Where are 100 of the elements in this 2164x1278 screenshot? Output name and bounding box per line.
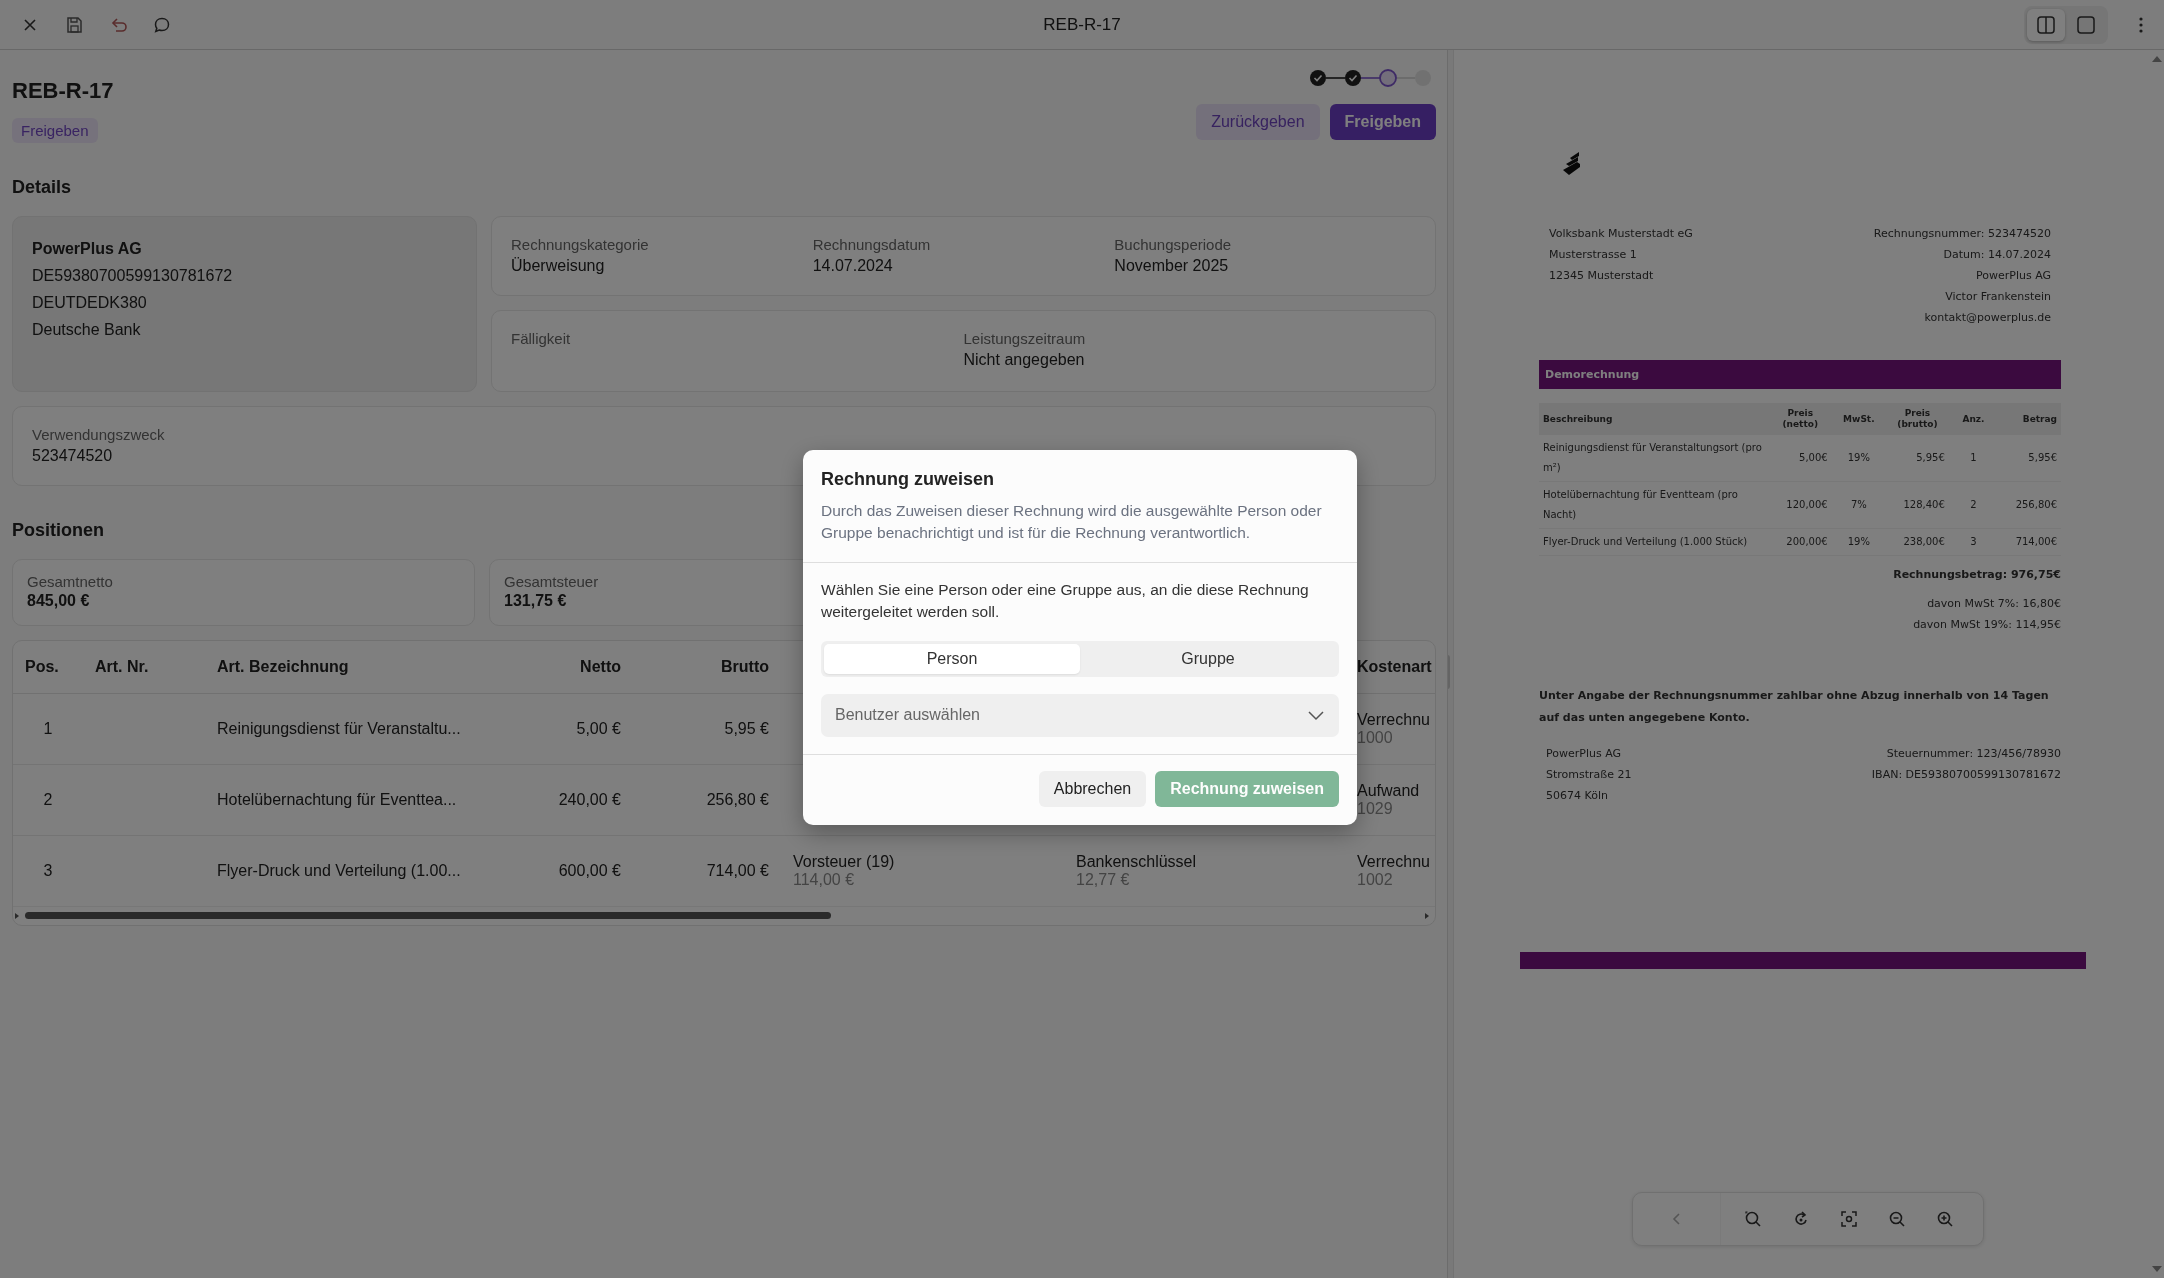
fit-screen-icon: [1839, 1209, 1859, 1229]
return-button[interactable]: Zurückgeben: [1196, 104, 1320, 140]
column-header: Art. Bezeichnung: [205, 641, 539, 694]
column-header: MwSt.: [1831, 403, 1887, 435]
table-cell: 5,95 €: [633, 693, 781, 765]
table-cell: 256,80 €: [633, 764, 781, 836]
table-cell: 238,00€: [1886, 528, 1949, 556]
column-header: Betrag: [1998, 403, 2061, 435]
column-header: Brutto: [633, 641, 781, 694]
total-value: 131,75 €: [504, 592, 567, 610]
view-mode-button[interactable]: [2027, 8, 2065, 41]
cancel-button[interactable]: Abbrechen: [1038, 770, 1147, 807]
invoice-meta-line: PowerPlus AG: [1975, 268, 2051, 284]
field-label: Verwendungszweck: [32, 425, 165, 445]
field-label: Buchungsperiode: [1114, 235, 1232, 255]
table-cell: 7%: [1831, 481, 1887, 529]
user-select[interactable]: Benutzer auswählen: [821, 693, 1339, 737]
field-value: Überweisung: [511, 256, 605, 276]
cell-subtext: 12,77 €: [1076, 871, 1131, 889]
column-header: Preis (netto): [1768, 403, 1832, 435]
segment-tab[interactable]: Person: [824, 643, 1080, 674]
cell-text: Verrechnu: [1357, 711, 1431, 729]
cell-text: Bankenschlüssel: [1076, 853, 1198, 871]
cell-subtext: 114,00 €: [793, 871, 856, 889]
column-header: Preis (brutto): [1886, 403, 1949, 435]
table-cell: 1: [13, 693, 83, 765]
table-cell: 2: [13, 764, 83, 836]
cell-subtext: 1000: [1357, 729, 1394, 747]
column-header: Beschreibung: [1539, 403, 1769, 435]
cell-text: Verrechnu: [1357, 853, 1431, 871]
zoom-in-icon: [1935, 1209, 1955, 1229]
table-cell: 5,95€: [1998, 435, 2061, 482]
cell-subtext: 1002: [1357, 871, 1394, 889]
footer-line: 50674 Köln: [1546, 788, 1609, 804]
more-icon[interactable]: [2138, 15, 2144, 34]
invoice-meta-line: Datum: 14.07.2024: [1942, 247, 2051, 263]
total-label: Gesamtnetto: [27, 572, 113, 592]
zoom-out-icon: [1887, 1209, 1907, 1229]
table-cell: Reinigungsdienst für Veranstaltungsort (pro m²): [1539, 435, 1769, 482]
section-heading: Positionen: [12, 520, 104, 541]
segment-tab[interactable]: Gruppe: [1080, 643, 1336, 674]
scrollbar-thumb[interactable]: [25, 912, 831, 919]
invoice-title: REB-R-17: [12, 78, 114, 104]
footer-line: PowerPlus AG: [1546, 746, 1622, 762]
table-cell: Hotelübernachtung für Eventtea...: [205, 764, 539, 836]
invoice-total: Rechnungsbetrag: 976,75€: [1892, 567, 2061, 583]
invoice-meta-line: kontakt@powerplus.de: [1923, 310, 2051, 326]
cell-subtext: 1029: [1357, 800, 1394, 818]
table-cell: 1: [1948, 435, 1999, 482]
chevron-down-icon: [1307, 709, 1325, 721]
status-badge: Freigeben: [12, 118, 98, 143]
window-title: REB-R-17: [1043, 14, 1121, 35]
table-cell: 19%: [1831, 528, 1887, 556]
footer-line: Stromstraße 21: [1546, 767, 1632, 783]
supplier-detail: DEUTDEDK380: [32, 293, 148, 313]
cell-text: Vorsteuer (19): [793, 853, 896, 871]
scroll-down-icon[interactable]: [2150, 1264, 2164, 1274]
table-cell: 3: [1948, 528, 1999, 556]
total-label: Gesamtsteuer: [504, 572, 599, 592]
field-label: Rechnungskategorie: [511, 235, 649, 255]
table-cell: 200,00€: [1768, 528, 1832, 556]
save-icon[interactable]: [64, 14, 84, 35]
table-cell: 5,00 €: [539, 693, 633, 765]
table-cell: 256,80€: [1998, 481, 2061, 529]
dialog-prompt: Wählen Sie eine Person oder eine Gruppe aus, an die diese Rechnung weitergeleitet werden soll.: [821, 579, 1310, 622]
column-header: Netto: [539, 641, 633, 694]
table-cell: 128,40€: [1886, 481, 1949, 529]
dialog-title: Rechnung zuweisen: [821, 468, 996, 490]
dialog-description: Durch das Zuweisen dieser Rechnung wird die ausgewählte Person oder Gruppe benachrichtigt und ist für die Rechnung verantwortlich.: [821, 500, 1323, 543]
select-placeholder: Benutzer auswählen: [835, 706, 980, 724]
column-header: Anz.: [1948, 403, 1999, 435]
field-value: 14.07.2024: [812, 256, 893, 276]
tax-line: davon MwSt 7%: 16,80€: [1926, 596, 2061, 612]
table-cell: Flyer-Druck und Verteilung (1.000 Stück): [1539, 528, 1769, 556]
payment-note: Unter Angabe der Rechnungsnummer zahlbar ohne Abzug innerhalb von 14 Tagen auf das unten angegebene Konto.: [1539, 688, 2050, 726]
table-cell: 3: [13, 835, 83, 906]
footer-line: IBAN: DE59380700599130781672: [1871, 767, 2061, 783]
cell-text: Aufwand: [1357, 782, 1421, 800]
square-icon: [2076, 14, 2096, 35]
split-view-icon: [2036, 14, 2056, 35]
table-cell: 5,95€: [1886, 435, 1949, 482]
supplier-name: PowerPlus AG: [32, 239, 143, 259]
field-value: November 2025: [1114, 256, 1229, 276]
scroll-up-icon[interactable]: [2150, 54, 2164, 64]
table-cell: 2: [1948, 481, 1999, 529]
table-cell: Flyer-Druck und Verteilung (1.00...: [205, 835, 539, 906]
sender-line: 12345 Musterstadt: [1549, 268, 1655, 284]
invoice-banner: Demorechnung: [1539, 360, 2061, 389]
field-value: Nicht angegeben: [963, 350, 1085, 370]
table-cell: 714,00€: [1998, 528, 2061, 556]
section-heading: Details: [12, 177, 72, 198]
table-cell: 19%: [1831, 435, 1887, 482]
footer-line: Steuernummer: 123/456/78930: [1885, 746, 2061, 762]
column-header: Art. Nr.: [83, 641, 205, 694]
approve-button[interactable]: Freigeben: [1329, 104, 1436, 140]
sender-line: Musterstrasse 1: [1549, 247, 1638, 263]
logo-icon: [1561, 150, 1583, 178]
table-cell: 240,00 €: [539, 764, 633, 836]
field-label: Leistungszeitraum: [963, 329, 1086, 349]
field-label: Rechnungsdatum: [812, 235, 931, 255]
